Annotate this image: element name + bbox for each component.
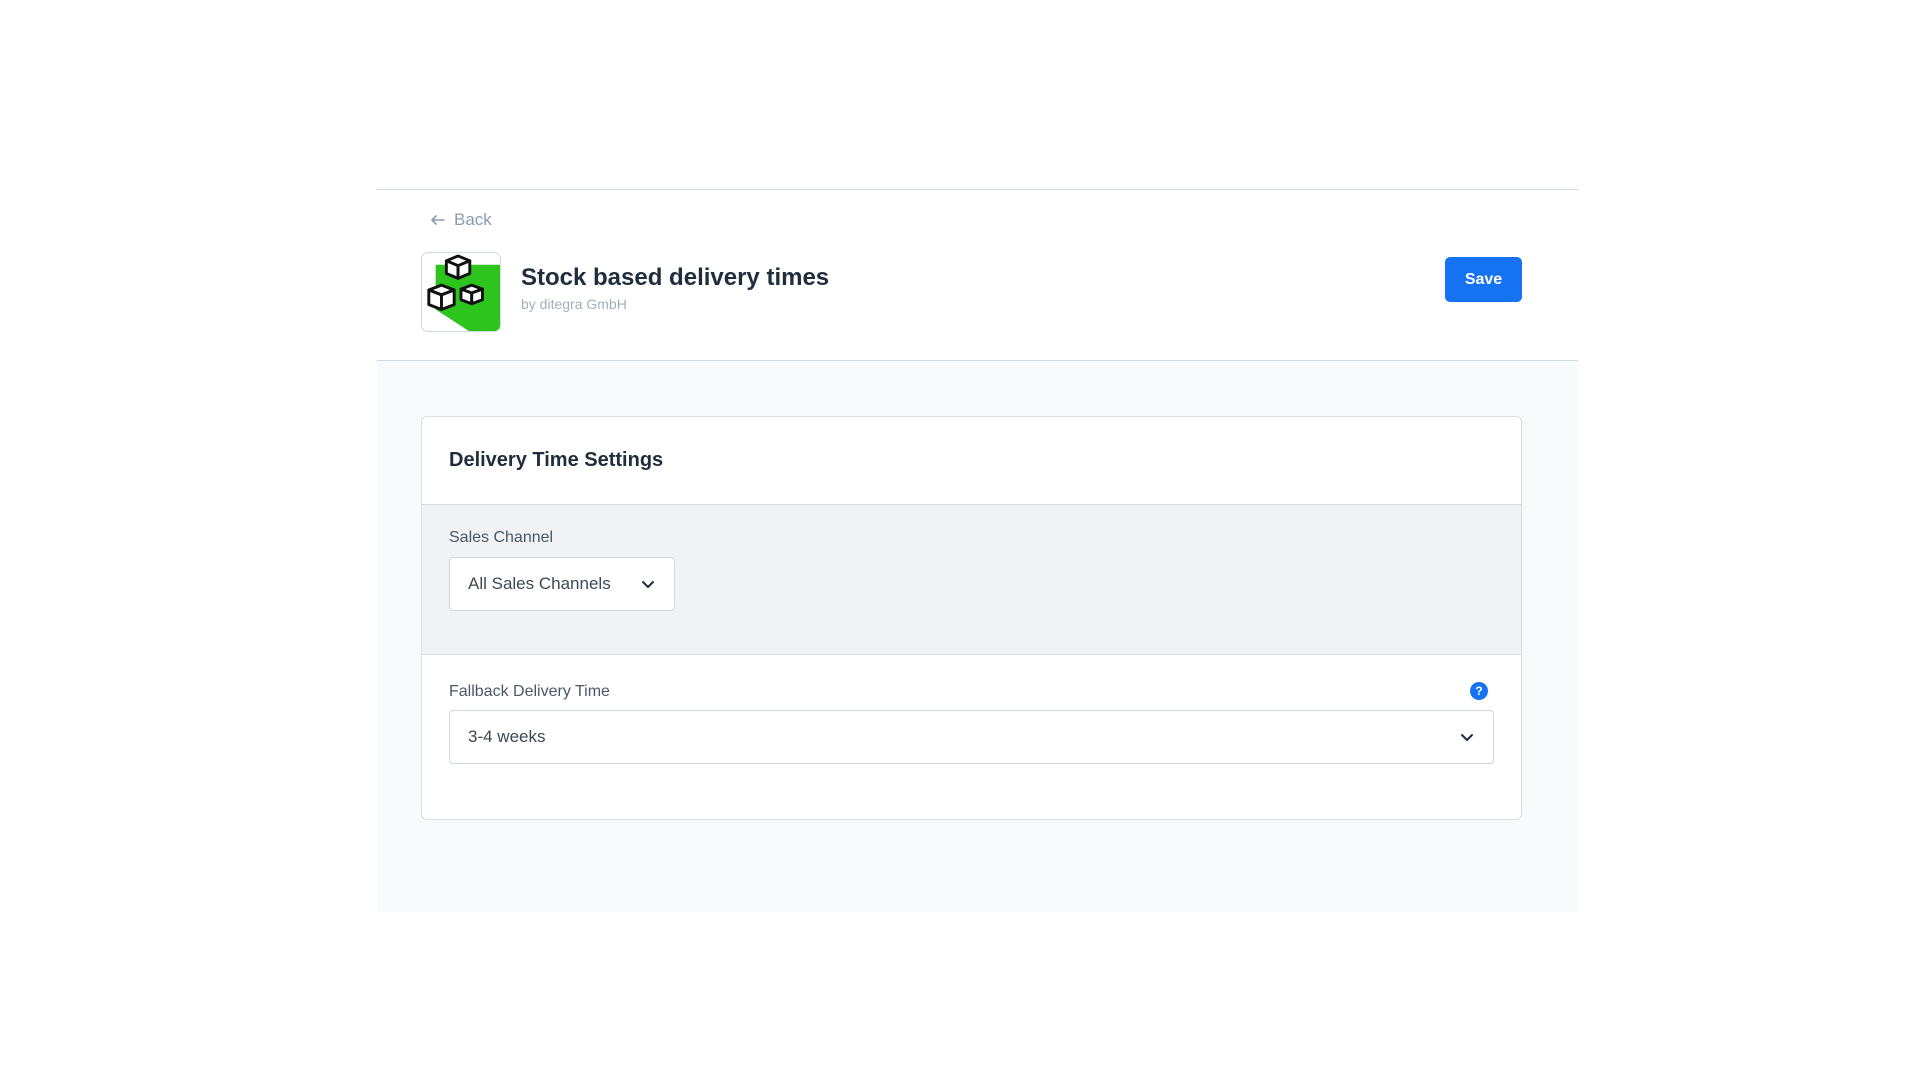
question-mark-icon[interactable]: ? bbox=[1470, 682, 1488, 700]
sales-channel-label: Sales Channel bbox=[449, 529, 554, 546]
fallback-delivery-value: 3-4 weeks bbox=[468, 727, 546, 746]
stacked-boxes-logo bbox=[427, 254, 500, 331]
fallback-label: Fallback Delivery Time bbox=[449, 683, 610, 700]
sales-channel-value: All Sales Channels bbox=[468, 574, 611, 593]
content-area: Delivery Time Settings Sales Channel All… bbox=[377, 361, 1578, 912]
sales-channel-section: Sales Channel All Sales Channels bbox=[422, 505, 1521, 655]
arrow-left-icon bbox=[430, 212, 446, 228]
page-header: Back Stock based delivery times by diteg… bbox=[377, 190, 1578, 361]
card-title: Delivery Time Settings bbox=[449, 449, 664, 471]
back-link[interactable]: Back bbox=[430, 210, 492, 230]
app-title: Stock based delivery times bbox=[521, 264, 830, 291]
plugin-config-page: Back Stock based delivery times by diteg… bbox=[377, 189, 1578, 912]
back-label: Back bbox=[454, 210, 492, 229]
fallback-delivery-select[interactable]: 3-4 weeks bbox=[449, 710, 1494, 764]
app-vendor: by ditegra GmbH bbox=[521, 296, 627, 312]
fallback-section: Fallback Delivery Time ? 3-4 weeks bbox=[422, 655, 1521, 819]
chevron-down-icon bbox=[640, 576, 656, 592]
chevron-down-icon bbox=[1459, 729, 1475, 745]
card-header: Delivery Time Settings bbox=[422, 417, 1521, 505]
app-logo bbox=[421, 252, 501, 332]
sales-channel-select[interactable]: All Sales Channels bbox=[449, 557, 675, 611]
save-button[interactable]: Save bbox=[1445, 257, 1522, 302]
settings-card: Delivery Time Settings Sales Channel All… bbox=[421, 416, 1522, 820]
